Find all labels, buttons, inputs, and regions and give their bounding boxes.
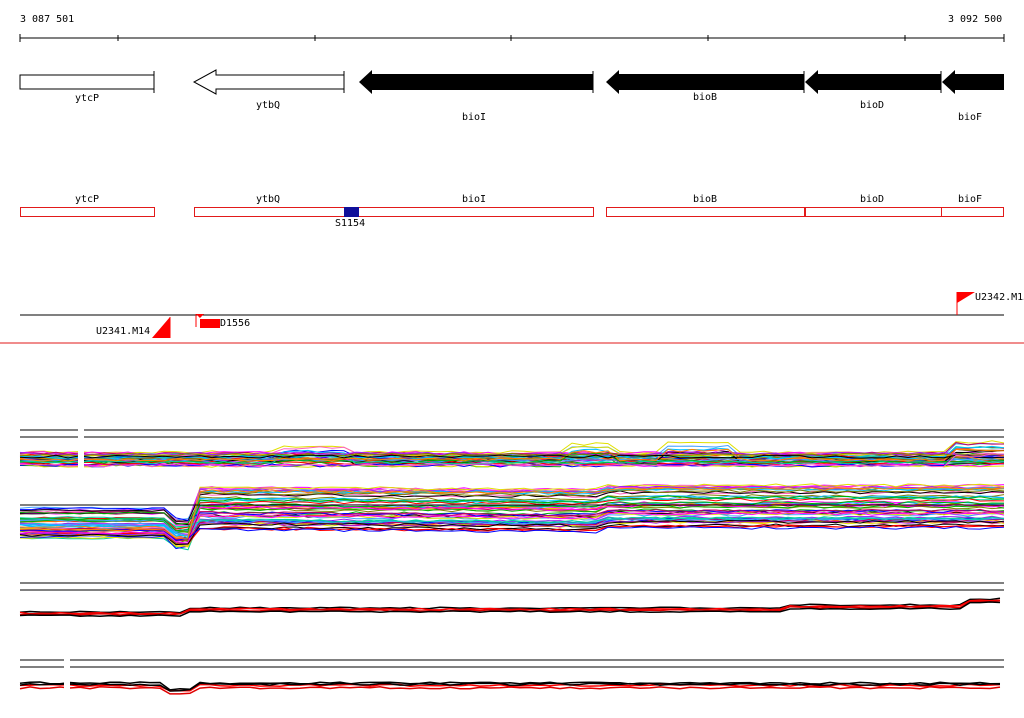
segment-bioD[interactable] xyxy=(805,207,942,217)
segment-ytcP[interactable] xyxy=(20,207,155,217)
coordinate-ruler xyxy=(19,34,1005,42)
gene-label-bioF: bioF xyxy=(957,112,983,123)
gene-arrow-bioF[interactable] xyxy=(942,70,1004,94)
marker-label-U2342-M15: U2342.M15 xyxy=(975,292,1024,303)
segment-label-bioD: bioD xyxy=(859,194,885,205)
annotation-track xyxy=(20,207,1004,217)
segment-label-bioF: bioF xyxy=(957,194,983,205)
marker-flag-U2342-M15[interactable] xyxy=(957,292,975,303)
gene-label-ytbQ: ytbQ xyxy=(255,100,281,111)
gene-label-bioD: bioD xyxy=(859,100,885,111)
gene-arrow-bioD[interactable] xyxy=(805,70,941,94)
gene-track xyxy=(19,69,1004,95)
panel-gap xyxy=(78,428,84,468)
genome-browser-view: 3 087 501 3 092 500 ytcP ytbQ bioI bioB … xyxy=(0,0,1024,714)
segment-bioF[interactable] xyxy=(941,207,1004,217)
gene-label-bioB: bioB xyxy=(692,92,718,103)
gene-arrow-ytcP[interactable] xyxy=(19,71,155,90)
marker-flag-U2341-M14[interactable] xyxy=(152,317,170,338)
panel-gap xyxy=(64,658,70,698)
segment-bioI[interactable] xyxy=(344,207,594,217)
promoter-track xyxy=(20,292,1004,338)
marker-label-D1556: D1556 xyxy=(220,318,251,329)
feature-label-S1154: S1154 xyxy=(335,218,366,229)
segment-label-bioB: bioB xyxy=(692,194,718,205)
gene-label-bioI: bioI xyxy=(461,112,487,123)
segment-label-ytcP: ytcP xyxy=(74,194,100,205)
segment-label-bioI: bioI xyxy=(461,194,487,205)
segment-label-ytbQ: ytbQ xyxy=(255,194,281,205)
gene-arrow-bioI[interactable] xyxy=(359,70,593,94)
summary-panel-upper xyxy=(19,582,1004,618)
ruler-start-label: 3 087 501 xyxy=(20,14,75,25)
gene-arrow-ytbQ[interactable] xyxy=(192,69,345,95)
feature-box-S1154[interactable] xyxy=(344,207,359,217)
summary-panel-lower xyxy=(19,658,1004,698)
profile-line xyxy=(19,440,1005,454)
expression-panel-lower xyxy=(19,483,1005,551)
gene-arrow-bioB[interactable] xyxy=(606,70,804,94)
segment-ytbQ[interactable] xyxy=(194,207,345,217)
marker-label-U2341-M14: U2341.M14 xyxy=(96,326,151,337)
ruler-end-label: 3 092 500 xyxy=(948,14,1003,25)
expression-panel-upper xyxy=(19,428,1005,468)
marker-flag-D1556[interactable] xyxy=(200,319,220,328)
segment-bioB[interactable] xyxy=(606,207,805,217)
gene-label-ytcP: ytcP xyxy=(74,93,100,104)
